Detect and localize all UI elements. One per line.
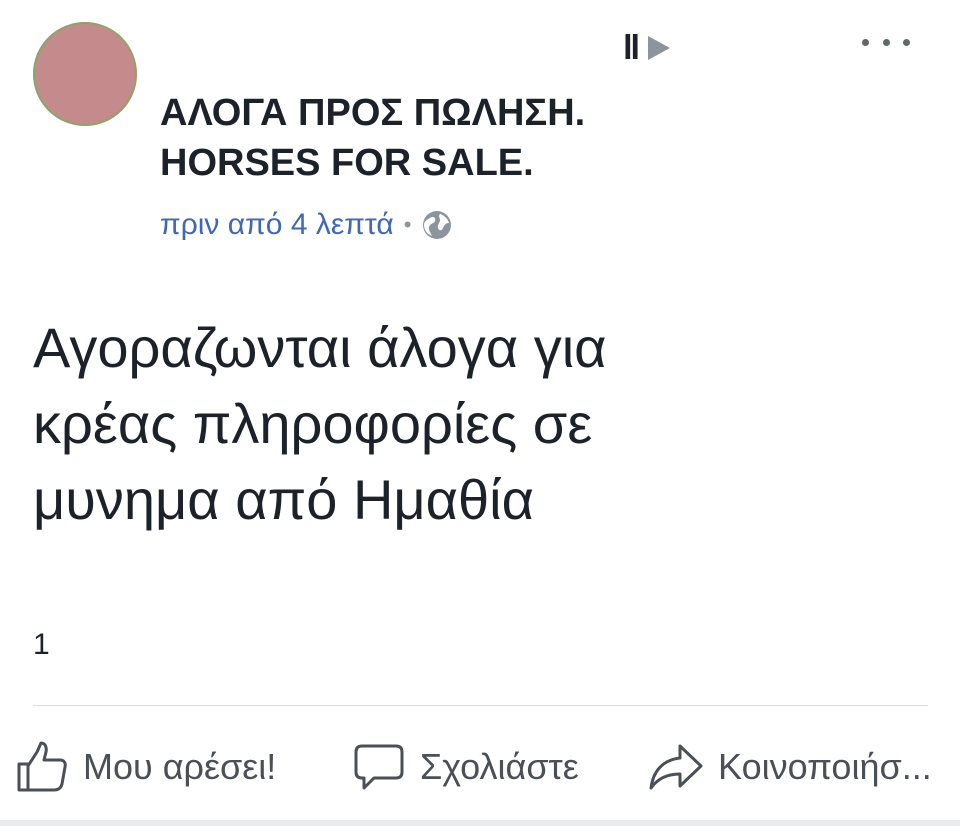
post-text-line: κρέας πληροφορίες σε xyxy=(33,392,593,455)
more-options-icon[interactable] xyxy=(862,30,910,54)
group-name-line: ΑΛΟΓΑ ΠΡΟΣ ΠΩΛΗΣΗ. xyxy=(160,92,586,134)
share-button[interactable]: Κοινοποιήσ... xyxy=(648,732,932,802)
post-header: ll xyxy=(160,28,680,68)
timestamp[interactable]: πριν από 4 λεπτά xyxy=(160,208,394,242)
comment-label: Σχολιάστε xyxy=(420,746,579,787)
divider xyxy=(33,705,928,706)
reaction-count[interactable]: 1 xyxy=(33,628,50,662)
right-arrow-icon xyxy=(648,36,670,60)
share-arrow-icon xyxy=(649,744,703,790)
comment-bubble-icon xyxy=(354,744,404,790)
like-button[interactable]: Μου αρέσει! xyxy=(15,732,276,802)
post-text-line: Αγοραζωνται άλογα για xyxy=(33,316,607,379)
avatar[interactable] xyxy=(33,22,137,126)
separator-bars: ll xyxy=(623,29,640,67)
bottom-divider xyxy=(0,820,960,826)
post-body-text: Αγοραζωνται άλογα για κρέας πληροφορίες … xyxy=(33,310,933,538)
post-text-line: μυνημα από Ημαθία xyxy=(33,468,534,531)
meta-separator: • xyxy=(403,212,412,237)
thumbs-up-icon xyxy=(17,741,67,792)
group-name[interactable]: ΑΛΟΓΑ ΠΡΟΣ ΠΩΛΗΣΗ. HORSES FOR SALE. xyxy=(160,88,720,188)
comment-button[interactable]: Σχολιάστε xyxy=(352,732,579,802)
author-name[interactable] xyxy=(160,32,580,64)
action-bar: Μου αρέσει! Σχολιάστε Κοινοποιήσ... xyxy=(0,732,960,802)
group-name-line: HORSES FOR SALE. xyxy=(160,142,534,184)
share-label: Κοινοποιήσ... xyxy=(718,746,932,787)
like-label: Μου αρέσει! xyxy=(83,746,277,787)
post-meta: πριν από 4 λεπτά • xyxy=(160,205,453,245)
globe-icon[interactable] xyxy=(421,209,453,241)
facebook-post: ll ΑΛΟΓΑ ΠΡΟΣ ΠΩΛΗΣΗ. HORSES FOR SALE. π… xyxy=(0,0,960,826)
